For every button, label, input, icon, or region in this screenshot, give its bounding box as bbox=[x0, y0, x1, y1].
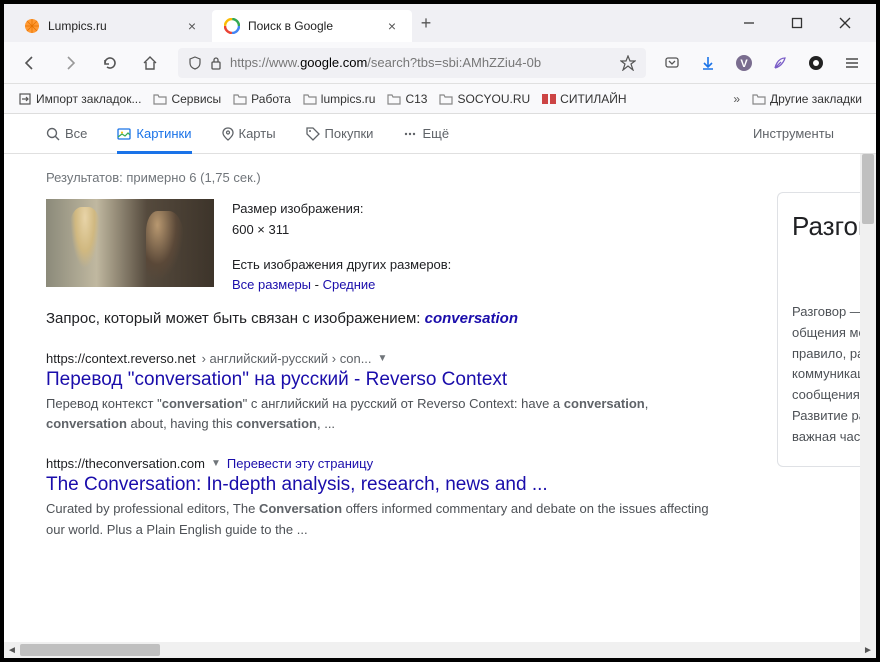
horizontal-scrollbar[interactable]: ◄ ► bbox=[4, 642, 876, 658]
close-window-button[interactable] bbox=[830, 8, 860, 38]
vertical-scrollbar[interactable] bbox=[860, 154, 876, 642]
maximize-button[interactable] bbox=[782, 8, 812, 38]
caret-icon[interactable]: ▼ bbox=[211, 458, 221, 469]
result-url: https://context.reverso.net › английский… bbox=[46, 351, 719, 366]
tab-maps[interactable]: Карты bbox=[222, 126, 276, 141]
search-result: https://theconversation.com ▼ Перевести … bbox=[46, 456, 719, 539]
bookmark-star-icon[interactable] bbox=[620, 55, 636, 71]
tab-images[interactable]: Картинки bbox=[117, 114, 191, 154]
bookmark-sitilain[interactable]: СИТИЛАЙН bbox=[542, 92, 626, 106]
folder-icon bbox=[153, 93, 167, 105]
minimize-button[interactable] bbox=[734, 8, 764, 38]
scroll-left-button[interactable]: ◄ bbox=[4, 642, 20, 658]
tab-title: Поиск в Google bbox=[248, 19, 376, 33]
svg-text:V: V bbox=[740, 58, 748, 70]
tag-icon bbox=[306, 127, 320, 141]
menu-button[interactable] bbox=[842, 53, 862, 73]
lock-icon bbox=[210, 56, 222, 70]
address-bar: https://www.google.com/search?tbs=sbi:AM… bbox=[4, 42, 876, 84]
back-button[interactable] bbox=[18, 51, 42, 75]
tab-all[interactable]: Все bbox=[46, 126, 87, 141]
close-icon[interactable]: × bbox=[384, 18, 400, 34]
search-results: Результатов: примерно 6 (1,75 сек.) Разм… bbox=[4, 154, 761, 642]
browser-window: Lumpics.ru × Поиск в Google × + https://… bbox=[4, 4, 876, 658]
tab-lumpics[interactable]: Lumpics.ru × bbox=[12, 10, 212, 42]
result-stats: Результатов: примерно 6 (1,75 сек.) bbox=[46, 170, 719, 185]
bookmark-folder-c13[interactable]: C13 bbox=[387, 92, 427, 106]
bookmarks-overflow-button[interactable]: » bbox=[729, 92, 744, 106]
extension-feather-icon[interactable] bbox=[770, 53, 790, 73]
download-button[interactable] bbox=[698, 53, 718, 73]
scrollbar-thumb[interactable] bbox=[862, 154, 874, 224]
result-url: https://theconversation.com ▼ Перевести … bbox=[46, 456, 719, 471]
reload-button[interactable] bbox=[98, 51, 122, 75]
source-image-thumbnail[interactable] bbox=[46, 199, 214, 287]
image-preview-block: Размер изображения: 600 × 311 Есть изобр… bbox=[46, 199, 719, 296]
forward-button[interactable] bbox=[58, 51, 82, 75]
translate-page-link[interactable]: Перевести эту страницу bbox=[227, 456, 373, 471]
query-link[interactable]: conversation bbox=[425, 310, 518, 327]
folder-icon bbox=[233, 93, 247, 105]
home-button[interactable] bbox=[138, 51, 162, 75]
medium-sizes-link[interactable]: Средние bbox=[323, 277, 376, 292]
folder-icon bbox=[752, 93, 766, 105]
tools-button[interactable]: Инструменты bbox=[753, 126, 834, 141]
other-bookmarks-button[interactable]: Другие закладки bbox=[752, 92, 862, 106]
knowledge-panel: Разгов Разговор — ф общения меж правило,… bbox=[761, 192, 876, 642]
import-icon bbox=[18, 92, 32, 106]
result-title-link[interactable]: Перевод "conversation" на русский - Reve… bbox=[46, 369, 719, 391]
close-icon[interactable]: × bbox=[184, 18, 200, 34]
search-result: https://context.reverso.net › английский… bbox=[46, 351, 719, 434]
tab-bar: Lumpics.ru × Поиск в Google × + bbox=[4, 4, 876, 42]
scroll-right-button[interactable]: ► bbox=[860, 642, 876, 658]
result-title-link[interactable]: The Conversation: In-depth analysis, res… bbox=[46, 474, 719, 496]
tab-shopping[interactable]: Покупки bbox=[306, 126, 374, 141]
pocket-button[interactable] bbox=[662, 53, 682, 73]
tab-more[interactable]: Ещё bbox=[403, 126, 449, 141]
extension-v-icon[interactable]: V bbox=[734, 53, 754, 73]
folder-icon bbox=[387, 93, 401, 105]
url-input[interactable]: https://www.google.com/search?tbs=sbi:AM… bbox=[178, 48, 646, 78]
bookmark-folder-lumpics[interactable]: lumpics.ru bbox=[303, 92, 376, 106]
tab-google-search[interactable]: Поиск в Google × bbox=[212, 10, 412, 42]
result-snippet: Перевод контекст "conversation" c англий… bbox=[46, 394, 719, 434]
search-tabs: Все Картинки Карты Покупки Ещё Инструмен… bbox=[4, 114, 876, 154]
lumpics-favicon bbox=[24, 18, 40, 34]
bookmarks-bar: Импорт закладок... Сервисы Работа lumpic… bbox=[4, 84, 876, 114]
import-bookmarks-button[interactable]: Импорт закладок... bbox=[18, 92, 141, 106]
pin-icon bbox=[222, 127, 234, 141]
folder-icon bbox=[439, 93, 453, 105]
google-favicon bbox=[224, 18, 240, 34]
new-tab-button[interactable]: + bbox=[412, 9, 440, 37]
images-icon bbox=[117, 127, 131, 141]
bookmark-folder-services[interactable]: Сервисы bbox=[153, 92, 221, 106]
search-icon bbox=[46, 127, 60, 141]
site-favicon bbox=[542, 92, 556, 106]
image-info: Размер изображения: 600 × 311 Есть изобр… bbox=[232, 199, 451, 296]
folder-icon bbox=[303, 93, 317, 105]
bookmark-folder-work[interactable]: Работа bbox=[233, 92, 291, 106]
caret-icon[interactable]: ▼ bbox=[378, 353, 388, 364]
scrollbar-thumb[interactable] bbox=[20, 644, 160, 656]
content-area: Результатов: примерно 6 (1,75 сек.) Разм… bbox=[4, 154, 876, 642]
dots-icon bbox=[403, 127, 417, 141]
window-controls bbox=[734, 8, 868, 38]
all-sizes-link[interactable]: Все размеры bbox=[232, 277, 311, 292]
bookmark-folder-socyou[interactable]: SOCYOU.RU bbox=[439, 92, 530, 106]
url-text: https://www.google.com/search?tbs=sbi:AM… bbox=[230, 55, 541, 70]
result-snippet: Curated by professional editors, The Con… bbox=[46, 499, 719, 539]
related-query: Запрос, который может быть связан с изоб… bbox=[46, 310, 719, 327]
shield-icon bbox=[188, 56, 202, 70]
extension-circle-icon[interactable] bbox=[806, 53, 826, 73]
tab-title: Lumpics.ru bbox=[48, 19, 176, 33]
